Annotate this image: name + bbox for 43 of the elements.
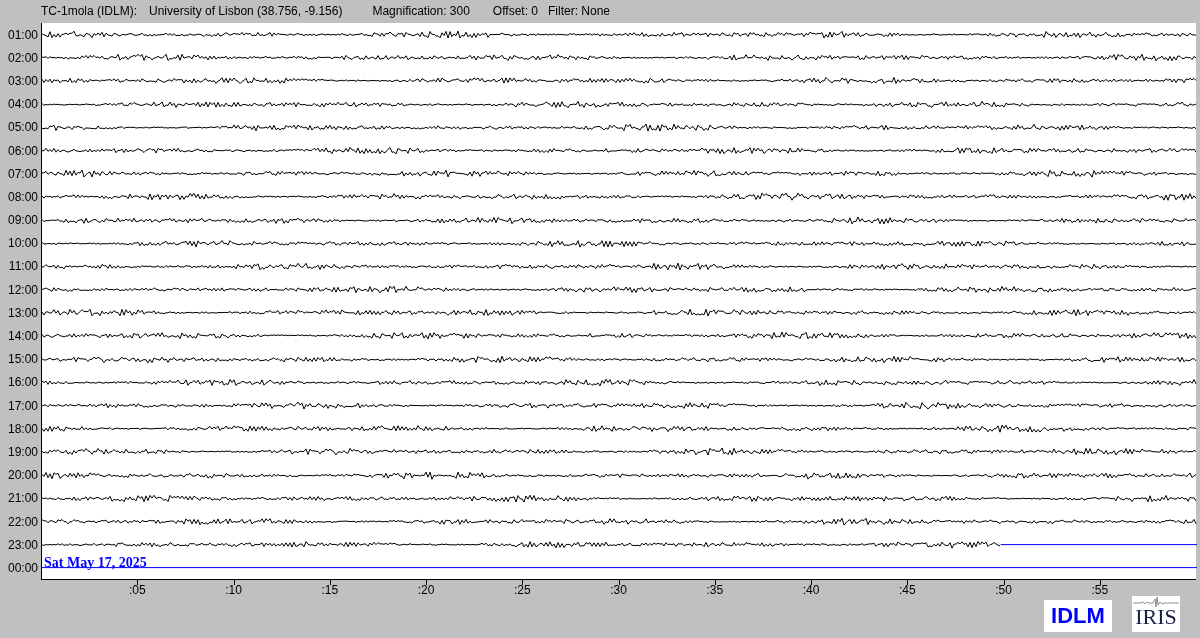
station-location: University of Lisbon (38.756, -9.156) [149, 5, 343, 17]
hour-label: 07:00 [7, 167, 38, 180]
hour-label: 08:00 [7, 190, 38, 203]
hour-label: 02:00 [7, 51, 38, 64]
time-tick-label: :35 [706, 584, 724, 596]
hour-label: 14:00 [7, 330, 38, 343]
offset-setting: Offset: 0 [492, 5, 538, 17]
time-tick-label: :50 [995, 584, 1012, 596]
hour-label: 19:00 [7, 445, 38, 458]
network-logo: IRIS [1132, 596, 1180, 632]
hour-label: 20:00 [7, 469, 38, 482]
filter-setting: Filter: None [548, 5, 611, 17]
magnification-setting: Magnification: 300 [372, 5, 470, 17]
hour-label: 18:00 [7, 422, 38, 435]
hour-label: 15:00 [7, 353, 38, 366]
station-name: TC-1mola (IDLM): [41, 5, 137, 17]
time-tick-label: :55 [1091, 584, 1109, 596]
hour-label: 12:00 [7, 283, 38, 296]
hour-label: 16:00 [7, 376, 38, 389]
hour-label: 06:00 [7, 144, 38, 157]
time-tick-label: :15 [321, 584, 339, 596]
hour-label: 03:00 [7, 74, 38, 87]
hour-label: 11:00 [8, 260, 38, 273]
date-label: Sat May 17, 2025 [44, 556, 147, 571]
station-logo: IDLM [1044, 600, 1112, 632]
hour-label: 05:00 [7, 121, 38, 134]
hour-label: 13:00 [7, 306, 38, 319]
hour-label: 21:00 [7, 492, 38, 505]
time-tick-label: :20 [417, 584, 435, 596]
time-tick-label: :10 [225, 584, 242, 596]
hour-label: 22:00 [7, 515, 38, 528]
hour-label: 17:00 [7, 399, 38, 412]
hour-label: 01:00 [7, 28, 38, 41]
time-tick-label: :25 [513, 584, 531, 596]
time-tick-label: :30 [610, 584, 627, 596]
time-tick-label: :05 [128, 584, 146, 596]
hour-label: 00:00 [7, 561, 38, 574]
hour-label: 04:00 [7, 98, 38, 111]
time-tick-label: :45 [898, 584, 916, 596]
hour-label: 10:00 [7, 237, 38, 250]
time-tick-label: :40 [802, 584, 820, 596]
hour-label: 23:00 [7, 538, 38, 551]
hour-label: 09:00 [7, 214, 38, 227]
